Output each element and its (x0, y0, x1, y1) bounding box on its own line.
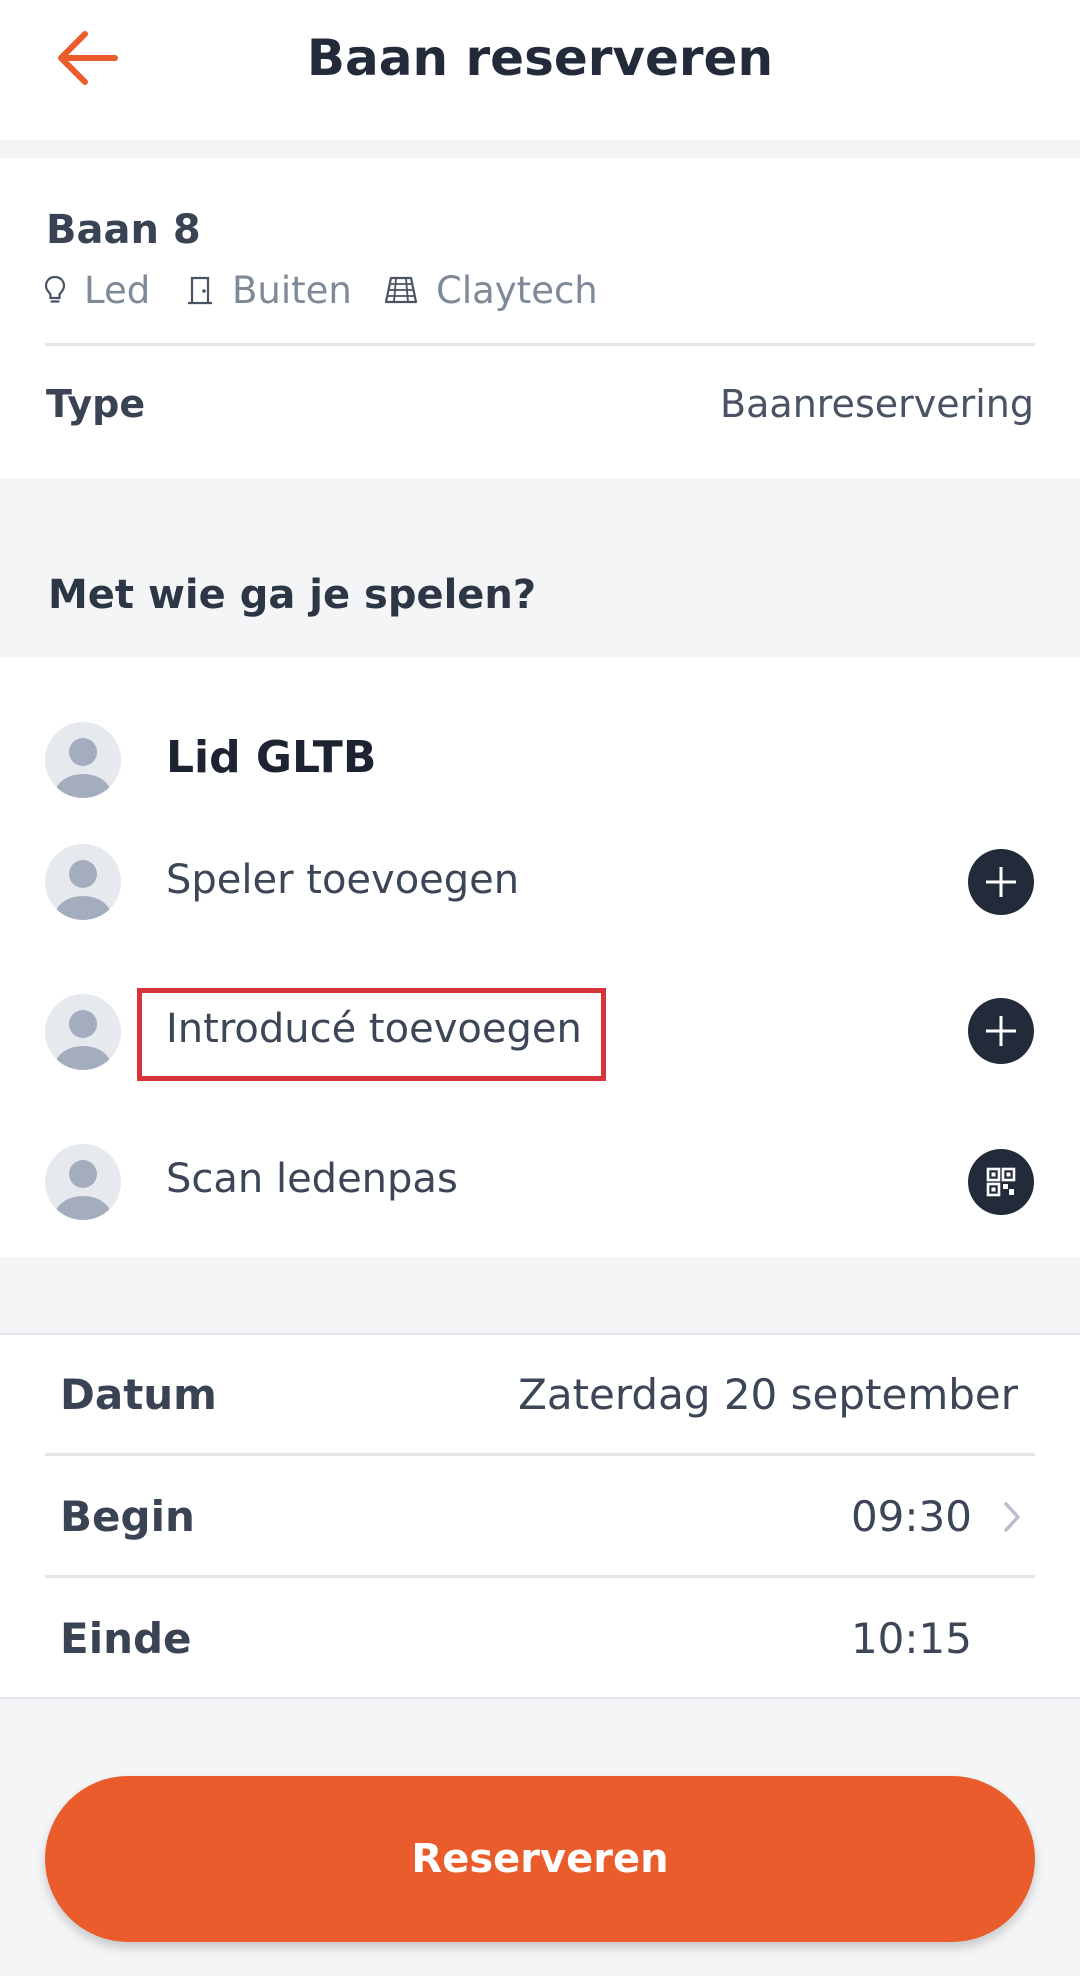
type-label: Type (46, 382, 146, 426)
reserve-button[interactable]: Reserveren (45, 1776, 1035, 1942)
back-button[interactable] (44, 22, 128, 94)
date-label: Datum (60, 1370, 217, 1419)
plus-icon (986, 1016, 1016, 1046)
divider (45, 343, 1035, 346)
date-value: Zaterdag 20 september (518, 1370, 1018, 1419)
avatar (45, 1144, 121, 1220)
feature-label: Claytech (436, 268, 598, 312)
court-icon (384, 276, 418, 304)
door-icon (188, 276, 212, 305)
court-card (0, 158, 1080, 478)
highlight-box (137, 988, 606, 1081)
scan-card-button[interactable] (968, 1149, 1034, 1215)
feature-location: Buiten (186, 266, 352, 314)
add-guest-button[interactable] (968, 998, 1034, 1064)
user-icon (55, 1010, 111, 1070)
add-player-button[interactable] (968, 849, 1034, 915)
begin-time-value[interactable]: 09:30 (851, 1492, 972, 1541)
feature-label: Buiten (232, 268, 352, 312)
court-name: Baan 8 (46, 207, 201, 253)
avatar (45, 994, 121, 1070)
page-title: Baan reserveren (306, 29, 774, 87)
type-value: Baanreservering (720, 382, 1034, 426)
begin-label: Begin (60, 1492, 195, 1541)
end-label: Einde (60, 1614, 192, 1663)
end-time-value: 10:15 (850, 1614, 972, 1663)
avatar (45, 844, 121, 920)
user-icon (55, 1160, 111, 1220)
players-card (0, 657, 1080, 1257)
arrow-left-icon (58, 31, 118, 85)
add-player-label[interactable]: Speler toevoegen (166, 857, 519, 903)
plus-icon (986, 867, 1016, 897)
players-heading: Met wie ga je spelen? (48, 572, 537, 618)
chevron-right-icon[interactable] (1000, 1500, 1024, 1534)
avatar (45, 722, 121, 798)
feature-lighting: Led (44, 266, 150, 314)
player-name: Lid GLTB (166, 732, 377, 783)
feature-surface: Claytech (384, 266, 598, 314)
user-icon (55, 738, 111, 798)
divider (45, 1575, 1035, 1578)
lightbulb-icon (44, 275, 66, 303)
user-icon (55, 860, 111, 920)
feature-label: Led (84, 268, 151, 312)
qr-code-icon (986, 1167, 1016, 1197)
scan-card-label[interactable]: Scan ledenpas (166, 1156, 458, 1202)
divider (45, 1453, 1035, 1456)
